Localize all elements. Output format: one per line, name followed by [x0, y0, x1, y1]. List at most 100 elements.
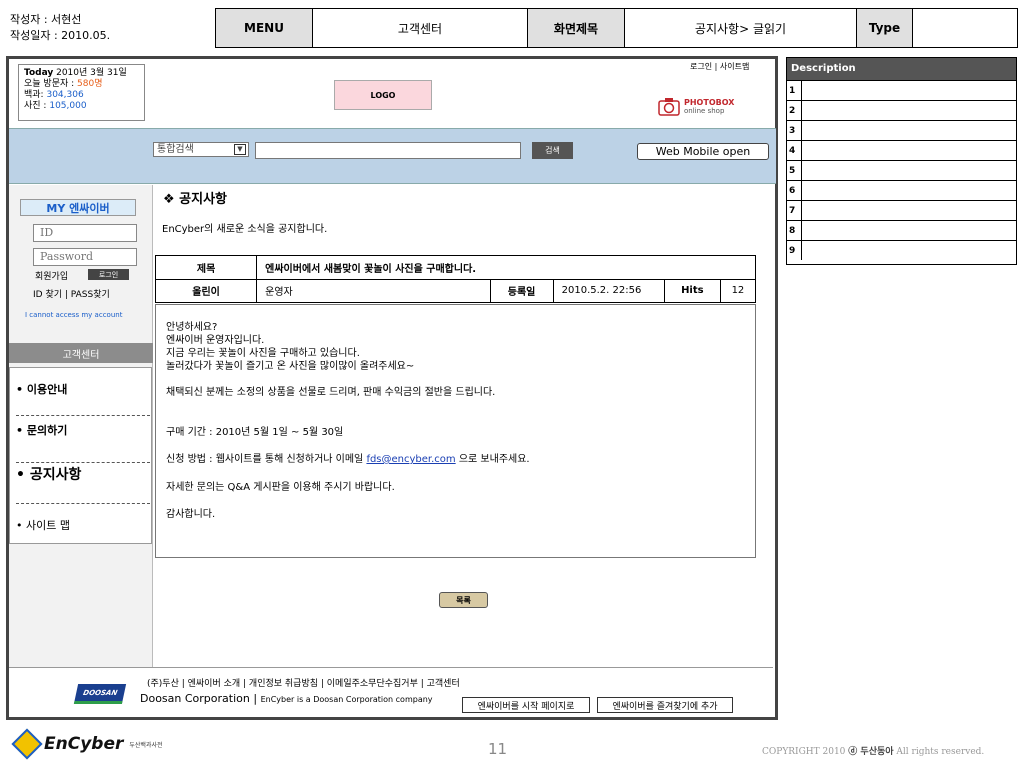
today-date: 2010년 3월 31일	[56, 68, 127, 78]
body-line: 안녕하세요?	[166, 322, 218, 333]
row-number: 1	[787, 81, 802, 100]
sidebar-menu: • 이용안내 • 문의하기 • 공지사항 • 사이트 맵	[9, 367, 152, 544]
type-label: Type	[857, 9, 913, 47]
login-button[interactable]: 로그인	[88, 269, 129, 280]
camera-icon	[658, 98, 680, 116]
search-input[interactable]	[255, 142, 521, 159]
list-button[interactable]: 목록	[439, 592, 488, 608]
photo-label: 사진 :	[24, 101, 47, 111]
menu-divider	[16, 462, 150, 463]
description-row: 8	[787, 220, 1016, 240]
visitors-label: 오늘 방문자 :	[24, 79, 75, 89]
visitors-count: 580명	[77, 79, 103, 89]
description-panel: Description 1 2 3 4 5 6 7 8 9	[786, 57, 1017, 265]
encyber-diamond-icon	[11, 728, 43, 760]
menu-value: 고객센터	[313, 9, 528, 47]
corp-note: EnCyber is a Doosan Corporation company	[260, 695, 433, 704]
row-number: 3	[787, 121, 802, 140]
page-description: EnCyber의 새로운 소식을 공지합니다.	[162, 224, 328, 235]
top-links[interactable]: 로그인 | 사이트맵	[690, 61, 749, 72]
sidebar-item-inquiry[interactable]: • 문의하기	[16, 422, 67, 438]
encyclopedia-label: 백과:	[24, 90, 44, 100]
sidebar-item-sitemap[interactable]: • 사이트 맵	[16, 517, 70, 533]
body-line: 놀러갔다가 꽃놀이 즐기고 온 사진을 많이많이 올려주세요~	[166, 361, 415, 372]
row-number: 8	[787, 221, 802, 240]
date-label-cell: 등록일	[489, 278, 554, 303]
author-value: 운영자	[256, 278, 491, 303]
photobox-sub: online shop	[684, 106, 725, 115]
body-line: 엔싸이버 운영자입니다.	[166, 335, 265, 346]
date-label: 작성일자 : 2010.05.	[10, 29, 111, 42]
page-number: 11	[488, 740, 508, 758]
description-row: 7	[787, 200, 1016, 220]
join-link[interactable]: 회원가입	[35, 269, 68, 282]
copyright: COPYRIGHT 2010 ⓓ 두산동아 All rights reserve…	[762, 744, 984, 757]
screen-value: 공지사항> 글읽기	[625, 9, 857, 47]
row-number: 2	[787, 101, 802, 120]
screen-label: 화면제목	[528, 9, 625, 47]
menu-divider	[16, 415, 150, 416]
copyright-text: COPYRIGHT 2010	[762, 747, 846, 757]
search-scope-value: 통합검색	[157, 144, 194, 155]
cannot-access-link[interactable]: I cannot access my account	[25, 311, 122, 319]
body-line: 자세한 문의는 Q&A 게시판을 이용해 주시기 바랍니다.	[166, 482, 395, 493]
hits-label: Hits	[663, 278, 721, 303]
site-logo[interactable]: LOGO	[334, 80, 432, 110]
hits-value: 12	[719, 278, 757, 303]
author-label: 작성자 : 서현선	[10, 13, 82, 26]
description-row: 2	[787, 100, 1016, 120]
row-number: 4	[787, 141, 802, 160]
copyright-company: ⓓ 두산동아	[848, 747, 894, 757]
sidebar-item-usage-guide[interactable]: • 이용안내	[16, 381, 67, 397]
web-mobile-open-button[interactable]: Web Mobile open	[637, 143, 769, 160]
spec-header-table: MENU 고객센터 화면제목 공지사항> 글읽기 Type	[215, 8, 1018, 48]
encyber-sub: 두산백과사전	[129, 741, 163, 749]
description-row: 9	[787, 240, 1016, 260]
set-start-page-button[interactable]: 엔싸이버를 시작 페이지로	[462, 697, 590, 713]
footer-divider	[9, 667, 773, 668]
body-line-apply: 신청 방법 : 웹사이트를 통해 신청하거나 이메일 fds@encyber.c…	[166, 453, 745, 466]
footer-links[interactable]: (주)두산 | 엔싸이버 소개 | 개인정보 취급방침 | 이메일주소무단수집거…	[147, 676, 460, 689]
password-field[interactable]: Password	[33, 248, 137, 266]
my-encyber-title: MY 엔싸이버	[20, 199, 136, 216]
add-favorite-button[interactable]: 엔싸이버를 즐겨찾기에 추가	[597, 697, 733, 713]
photobox-link[interactable]: PHOTOBOX online shop	[658, 96, 734, 116]
id-field[interactable]: ID	[33, 224, 137, 242]
description-row: 6	[787, 180, 1016, 200]
row-number: 6	[787, 181, 802, 200]
search-button[interactable]: 검색	[532, 142, 573, 159]
footer-corporation: Doosan Corporation | EnCyber is a Doosan…	[140, 692, 433, 705]
row-number: 7	[787, 201, 802, 220]
date-value: 2010.5.2. 22:56	[552, 278, 665, 303]
customer-center-header: 고객센터	[9, 343, 153, 363]
notice-body: 안녕하세요? 엔싸이버 운영자입니다. 지금 우리는 꽃놀이 사진을 구매하고 …	[155, 304, 756, 558]
body-line: 지금 우리는 꽃놀이 사진을 구매하고 있습니다.	[166, 348, 360, 359]
find-id-pass-links[interactable]: ID 찾기 | PASS찾기	[33, 287, 110, 300]
apply-tail: 으로 보내주세요.	[458, 454, 530, 465]
row-number: 9	[787, 241, 802, 260]
description-row: 4	[787, 140, 1016, 160]
search-scope-select[interactable]: 통합검색 ▼	[153, 142, 249, 157]
sidebar-item-notice[interactable]: • 공지사항	[16, 464, 81, 484]
author-info: 작성자 : 서현선 작성일자 : 2010.05.	[10, 12, 110, 44]
subject-value: 엔싸이버에서 새봄맞이 꽃놀이 사진을 구매합니다.	[256, 255, 756, 280]
menu-divider	[16, 503, 150, 504]
body-line: 구매 기간 : 2010년 5월 1일 ~ 5월 30일	[166, 427, 344, 438]
corp-name: Doosan Corporation |	[140, 692, 261, 705]
description-row: 5	[787, 160, 1016, 180]
photobox-title: PHOTOBOX	[684, 97, 735, 107]
menu-label: MENU	[216, 9, 313, 47]
today-label: Today	[24, 68, 54, 78]
type-value	[913, 9, 1017, 47]
row-number: 5	[787, 161, 802, 180]
email-link[interactable]: fds@encyber.com	[366, 454, 455, 465]
description-title: Description	[787, 58, 1016, 80]
photo-count: 105,000	[49, 101, 87, 111]
body-line: 감사합니다.	[166, 509, 216, 520]
encyclopedia-count: 304,306	[46, 90, 84, 100]
apply-text: 신청 방법 : 웹사이트를 통해 신청하거나 이메일	[166, 454, 364, 465]
copyright-tail: All rights reserved.	[896, 747, 985, 757]
today-box: Today 2010년 3월 31일 오늘 방문자 : 580명 백과: 304…	[18, 64, 145, 121]
encyber-name: EnCyber	[44, 734, 124, 754]
author-label-cell: 올린이	[154, 278, 258, 303]
